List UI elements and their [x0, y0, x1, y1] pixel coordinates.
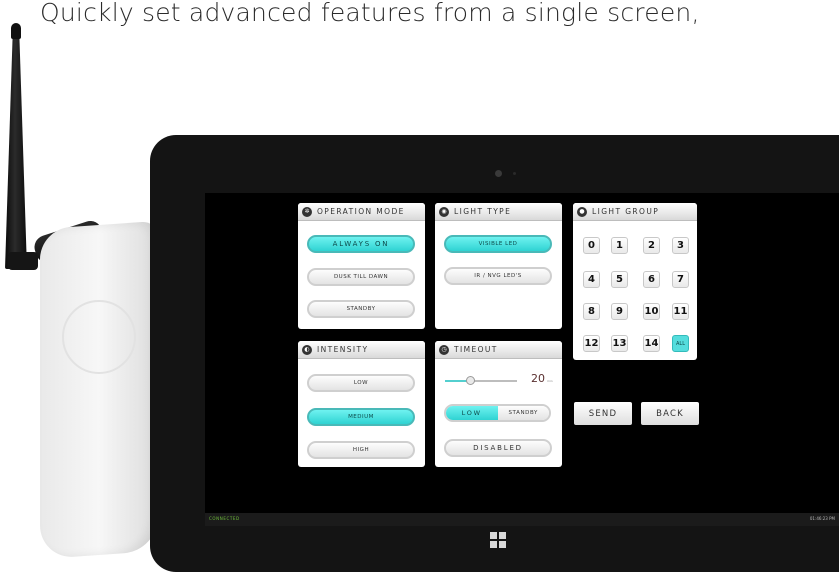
connection-status: CONNECTED	[209, 516, 240, 521]
timeout-unit: min	[547, 379, 553, 383]
back-button[interactable]: BACK	[641, 402, 699, 425]
visible-led-button[interactable]: VISIBLE LED	[444, 235, 552, 253]
panel-title: LIGHT TYPE	[454, 207, 512, 216]
module-logo-emboss	[62, 300, 136, 374]
light-group-header: ● LIGHT GROUP	[573, 203, 697, 221]
operation-mode-header: ✲ OPERATION MODE	[298, 203, 425, 221]
clock: 01:46:23 PM	[809, 516, 835, 521]
intensity-panel: ◐ INTENSITY LOW MEDIUM HIGH	[298, 341, 425, 467]
timeout-slider[interactable]	[445, 376, 517, 385]
dusk-till-dawn-button[interactable]: DUSK TILL DAWN	[307, 268, 415, 286]
group-button-14[interactable]: 14	[643, 335, 660, 352]
group-button-4[interactable]: 4	[583, 271, 600, 288]
timeout-header: ◷ TIMEOUT	[435, 341, 562, 359]
group-button-3[interactable]: 3	[672, 237, 689, 254]
light-type-panel: ◉ LIGHT TYPE VISIBLE LED IR / NVG LED'S	[435, 203, 562, 329]
light-type-header: ◉ LIGHT TYPE	[435, 203, 562, 221]
panel-title: OPERATION MODE	[317, 207, 405, 216]
timeout-disabled-button[interactable]: DISABLED	[444, 439, 552, 457]
intensity-high-button[interactable]: HIGH	[307, 441, 415, 459]
timeout-value: 20	[531, 372, 545, 385]
operation-mode-panel: ✲ OPERATION MODE ALWAYS ON DUSK TILL DAW…	[298, 203, 425, 329]
panel-title: TIMEOUT	[454, 345, 498, 354]
group-button-11[interactable]: 11	[672, 303, 689, 320]
group-button-7[interactable]: 7	[672, 271, 689, 288]
lightbulb-icon: ●	[577, 206, 587, 217]
panel-title: INTENSITY	[317, 345, 369, 354]
group-button-6[interactable]: 6	[643, 271, 660, 288]
bulb-icon: ◉	[439, 206, 449, 217]
antenna-tip	[11, 23, 21, 39]
radio-module-image	[40, 220, 158, 560]
timeout-standby-option[interactable]: STANDBY	[497, 406, 549, 420]
group-button-1[interactable]: 1	[611, 237, 628, 254]
timeout-low-option[interactable]: LOW	[446, 406, 498, 420]
group-button-13[interactable]: 13	[611, 335, 628, 352]
group-button-2[interactable]: 2	[643, 237, 660, 254]
intensity-header: ◐ INTENSITY	[298, 341, 425, 359]
group-button-5[interactable]: 5	[611, 271, 628, 288]
gear-icon: ✲	[302, 206, 312, 217]
panel-title: LIGHT GROUP	[592, 207, 660, 216]
timeout-panel: ◷ TIMEOUT 20 min LOW STANDBY DISABLED	[435, 341, 562, 467]
always-on-button[interactable]: ALWAYS ON	[307, 235, 415, 253]
intensity-medium-button[interactable]: MEDIUM	[307, 408, 415, 426]
group-button-10[interactable]: 10	[643, 303, 660, 320]
windows-logo-icon[interactable]	[490, 532, 506, 548]
sensor-icon	[513, 172, 516, 175]
standby-button[interactable]: STANDBY	[307, 300, 415, 318]
brightness-icon: ◐	[302, 344, 312, 355]
send-button[interactable]: SEND	[574, 402, 632, 425]
camera-icon	[495, 170, 502, 177]
group-button-0[interactable]: 0	[583, 237, 600, 254]
antenna-base	[8, 252, 38, 270]
group-button-all[interactable]: ALL	[672, 335, 689, 352]
intensity-low-button[interactable]: LOW	[307, 374, 415, 392]
group-button-8[interactable]: 8	[583, 303, 600, 320]
clock-icon: ◷	[439, 344, 449, 355]
taskbar: CONNECTED 01:46:23 PM	[205, 513, 839, 526]
light-group-panel: ● LIGHT GROUP 0 1 2 3 4 5 6 7 8 9 10 11 …	[573, 203, 697, 360]
slider-handle[interactable]	[465, 376, 475, 385]
marketing-headline: Quickly set advanced features from a sin…	[40, 0, 700, 27]
group-button-12[interactable]: 12	[583, 335, 600, 352]
ir-nvg-led-button[interactable]: IR / NVG LED'S	[444, 267, 552, 285]
antenna-image	[5, 34, 27, 269]
timeout-mode-toggle: LOW STANDBY	[444, 404, 551, 422]
group-button-9[interactable]: 9	[611, 303, 628, 320]
